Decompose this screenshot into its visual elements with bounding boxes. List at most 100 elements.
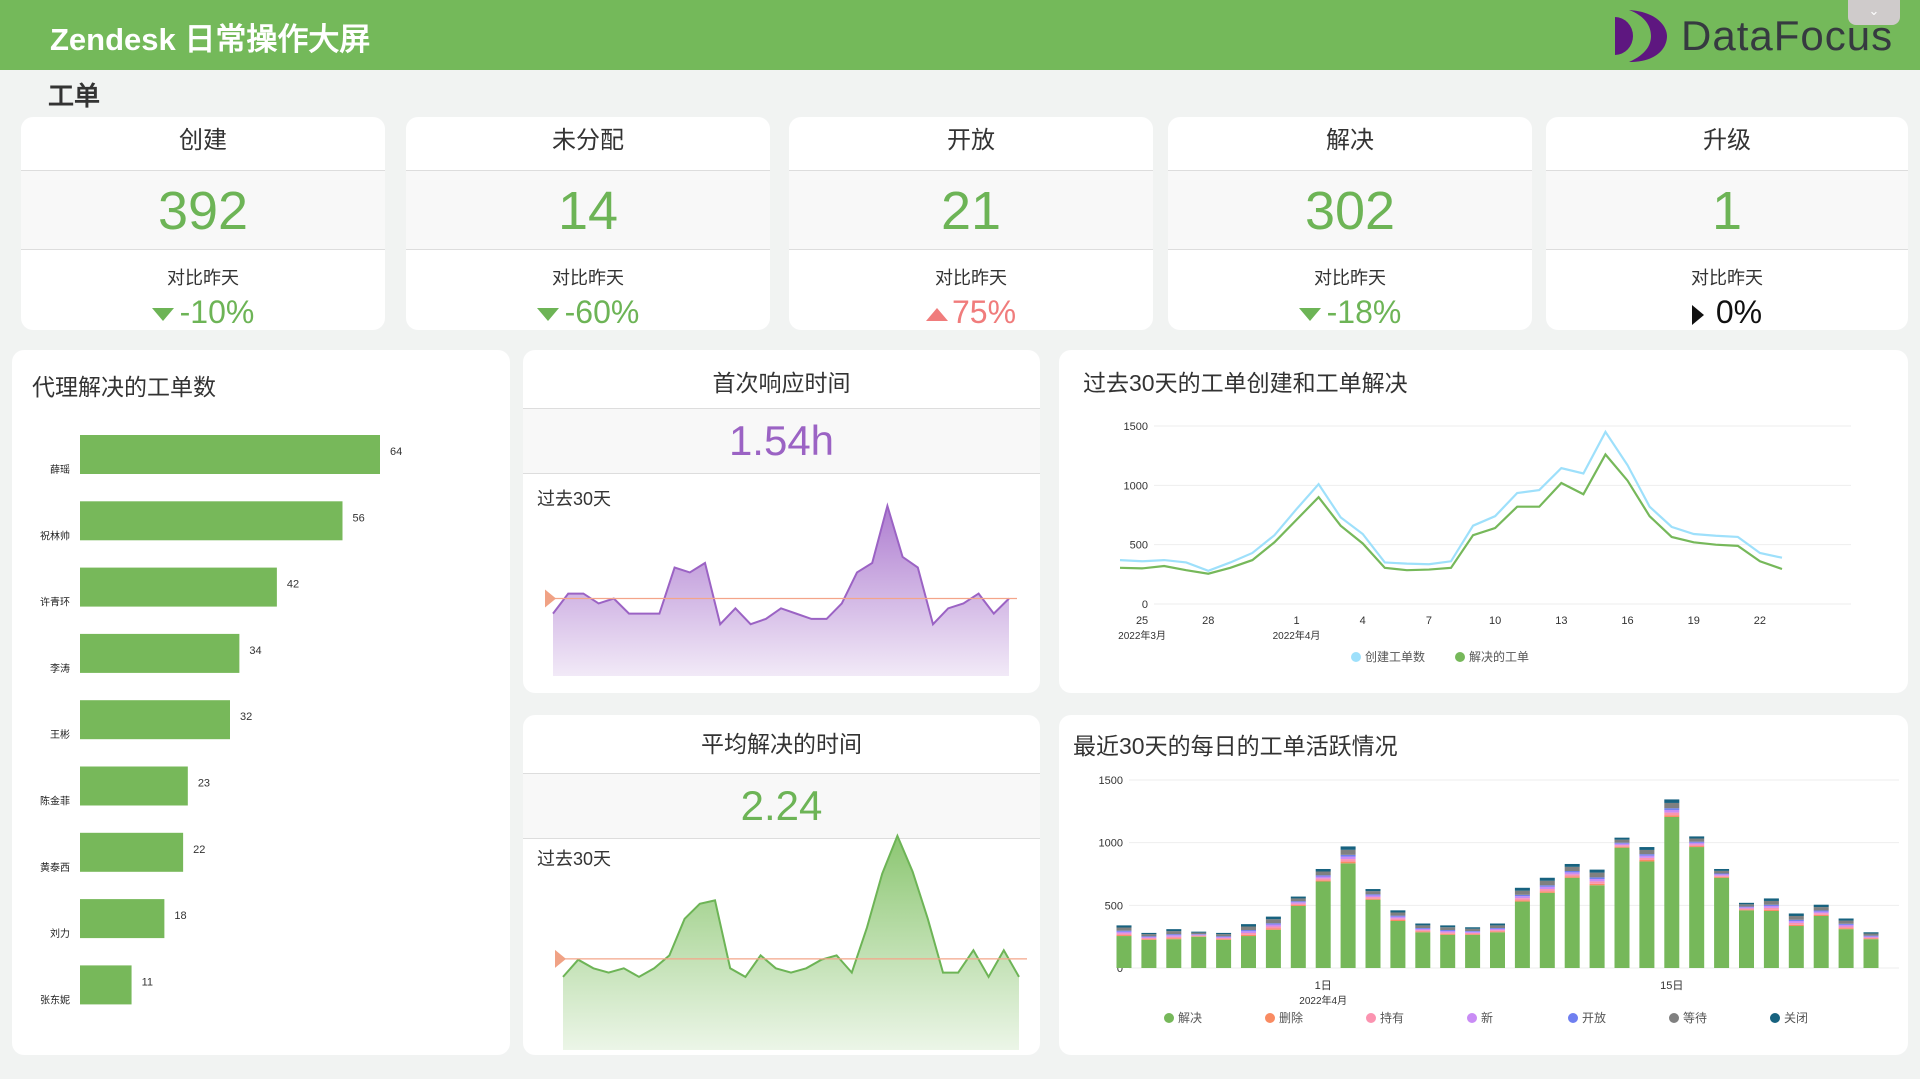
datafocus-logo-icon <box>1615 10 1667 62</box>
sparkline-area <box>553 505 1009 676</box>
bar-value-label: 23 <box>198 778 210 790</box>
stacked-bar-segment <box>1340 849 1356 855</box>
stacked-bar-segment <box>1539 877 1555 881</box>
stacked-bar-segment <box>1664 815 1680 817</box>
agent-bar-chart: 64 薛瑶 56 祝林帅 42 许青环 34 李涛 32 王彬 23 陈金菲 22 黄泰西 18 刘力 11 张东… <box>40 435 402 1006</box>
legend-dot-icon <box>1351 652 1361 662</box>
avg-resolve-sparkline <box>555 833 1027 1050</box>
kpi-change-value: -18% <box>1326 294 1402 330</box>
stacked-bar-segment <box>1390 918 1406 920</box>
y-tick-label: 0 <box>1142 599 1148 611</box>
agent-name-label: 陈金菲 <box>40 795 70 808</box>
stacked-bar-segment <box>1191 935 1207 937</box>
stacked-bar-segment <box>1788 915 1804 920</box>
x-tick-label: 1 <box>1293 615 1299 627</box>
stacked-bar-segment <box>1216 937 1232 939</box>
kpi-label: 升级 <box>1703 127 1751 154</box>
chevron-down-icon[interactable]: ⌄ <box>1848 0 1900 25</box>
stacked-bar-segment <box>1191 931 1207 933</box>
stacked-bar-segment <box>1838 924 1854 927</box>
stacked-bar-segment <box>1365 889 1381 892</box>
y-tick-label: 1000 <box>1099 838 1123 850</box>
agent-bar <box>80 766 188 806</box>
stacked-bar-segment <box>1564 872 1580 875</box>
kpi-card-0: 创建 392 对比昨天 -10% <box>21 117 385 330</box>
legend-label: 等待 <box>1683 1011 1707 1025</box>
kpi-change-value: 0% <box>1715 294 1763 330</box>
stacked-bar-segment <box>1116 931 1132 934</box>
stacked-bar-segment <box>1490 931 1505 933</box>
stacked-bar-segment <box>1490 930 1505 932</box>
stacked-bar-segment <box>1265 919 1281 924</box>
agent-name-label: 许青环 <box>40 596 70 609</box>
sparkline-area <box>563 835 1019 1050</box>
stacked-bar-segment <box>1763 900 1779 905</box>
kpi-label: 创建 <box>179 127 227 154</box>
stacked-bar-segment <box>1564 874 1580 877</box>
bar-value-label: 56 <box>353 512 365 524</box>
stacked-bar-segment <box>1813 904 1829 908</box>
stacked-bar-segment <box>1290 901 1306 903</box>
stacked-bar-segment <box>1838 920 1854 924</box>
stacked-bar-segment <box>1191 934 1207 935</box>
stacked-bar-segment <box>1564 863 1580 867</box>
x-tick-label: 4 <box>1360 615 1366 627</box>
kpi-compare-label: 对比昨天 <box>1691 268 1763 288</box>
stacked-bar-segment <box>1739 902 1754 905</box>
kpi-value: 1 <box>1546 170 1908 250</box>
stacked-bar-segment <box>1415 923 1431 926</box>
first-response-panel: 首次响应时间 1.54h 过去30天 <box>523 350 1040 693</box>
stacked-bar-segment <box>1664 799 1680 803</box>
first-response-sparkline <box>545 502 1017 676</box>
stacked-bar-segment <box>1141 936 1157 938</box>
stacked-bar-segment <box>1788 921 1804 923</box>
stacked-bar-segment <box>1863 935 1879 937</box>
y-tick-label: 1000 <box>1124 480 1148 492</box>
stacked-bar-segment <box>1191 936 1207 968</box>
stacked-bar-segment <box>1340 856 1356 860</box>
legend-dot-icon <box>1164 1013 1174 1023</box>
triangle-right-icon <box>1691 304 1704 325</box>
stacked-bar-segment <box>1614 847 1630 968</box>
x-tick-label: 19 <box>1688 615 1700 627</box>
stacked-bar-segment <box>1739 904 1754 907</box>
stacked-bar-segment <box>1191 936 1207 937</box>
kpi-label: 解决 <box>1326 127 1374 154</box>
stacked-bar-segment <box>1714 875 1730 877</box>
kpi-change-value: -60% <box>564 294 640 330</box>
stacked-bar-segment <box>1689 847 1705 968</box>
stacked-bar-segment <box>1465 927 1481 929</box>
stacked-bar-segment <box>1714 870 1730 874</box>
stacked-bar-segment <box>1191 934 1207 936</box>
stacked-bar-segment <box>1440 932 1456 934</box>
y-tick-label: 1500 <box>1124 421 1148 433</box>
stacked-bar-segment <box>1514 901 1530 968</box>
stacked-bar-segment <box>1714 877 1730 968</box>
created-resolved-line-chart: 0 500 1000 1500 25 2022年3月 28 1 2022年4月 4 7 10 13 16 1… <box>1118 421 1851 664</box>
stacked-bar-segment <box>1265 923 1281 925</box>
stacked-bar-segment <box>1265 924 1281 927</box>
stacked-bar-segment <box>1689 836 1705 839</box>
stacked-bar-segment <box>1365 898 1381 900</box>
stacked-bar-segment <box>1813 911 1829 914</box>
stacked-bar-segment <box>1290 903 1306 905</box>
stacked-bar-segment <box>1539 891 1555 893</box>
stacked-bar-segment <box>1689 846 1705 848</box>
triangle-down-icon <box>1298 308 1321 322</box>
agent-bar <box>80 700 230 740</box>
stacked-bar-segment <box>1141 939 1157 968</box>
agent-bar <box>80 501 343 541</box>
stacked-bar-segment <box>1241 933 1256 935</box>
bar-value-label: 22 <box>193 844 205 856</box>
series-line-1 <box>1119 452 1783 575</box>
legend-label: 解决的工单 <box>1469 649 1529 664</box>
stacked-bar-segment <box>1116 927 1132 931</box>
stacked-bar-segment <box>1838 923 1854 925</box>
stacked-bar-segment <box>1166 931 1182 935</box>
legend-label: 持有 <box>1380 1010 1404 1025</box>
kpi-value: 14 <box>406 170 770 250</box>
stacked-bar-segment <box>1689 842 1705 845</box>
agent-name-label: 薛瑶 <box>50 464 70 476</box>
stacked-bar-segment <box>1589 872 1605 878</box>
kpi-change: -18% <box>1168 294 1532 330</box>
